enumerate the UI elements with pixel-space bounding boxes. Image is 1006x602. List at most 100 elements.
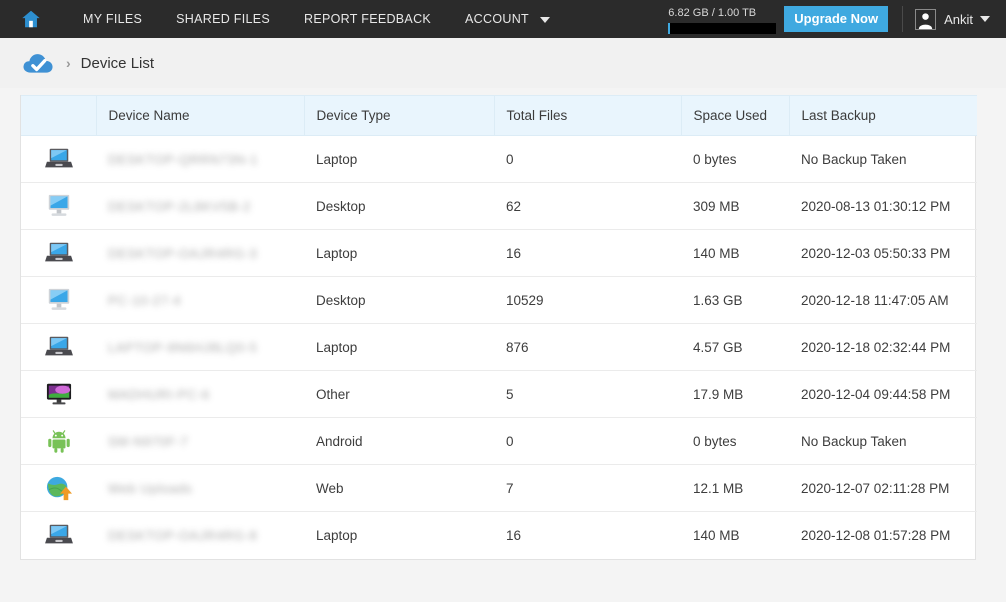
device-type-cell: Laptop [316,527,358,543]
space-used-cell: 0 bytes [681,135,789,183]
device-type-cell: Android [304,417,494,465]
last-backup-cell: No Backup Taken [789,417,977,465]
nav-link-shared-files[interactable]: SHARED FILES [159,0,287,38]
table-row[interactable]: LAPTOP-9N6HJ8LQ0-5 Laptop 876 4.57 GB 2020-1… [21,323,977,371]
last-backup-cell: 2020-12-04 09:44:58 PM [789,370,977,418]
last-backup-cell: 2020-12-18 02:32:44 PM [789,323,977,371]
account-menu[interactable]: Ankit [915,8,990,30]
total-files-cell: 16 [494,229,681,277]
table-row[interactable]: MADHURI-PC-6 Other 5 17.9 MB 2020-12-04 09:4… [21,370,977,418]
device-name-cell[interactable]: DESKTOP-2L8KV5B-2 [96,182,304,230]
other-monitor-icon [44,383,74,405]
device-name-value: DESKTOP-2L8KV5B-2 [108,198,251,214]
last-backup-cell: 2020-12-07 02:11:28 PM [789,464,977,512]
user-avatar-icon [915,8,937,30]
cloud-check-icon[interactable] [0,50,54,76]
device-name-cell[interactable]: DESKTOP-QRRN73N-1 [96,135,304,183]
space-used-cell: 140 MB [681,229,789,277]
storage-progress-fill [668,22,671,34]
device-icon-cell [21,229,96,277]
space-used-cell: 12.1 MB [681,464,789,512]
top-navigation-bar: MY FILES SHARED FILES REPORT FEEDBACK AC… [0,0,1006,38]
breadcrumb: › Device List [0,38,1006,88]
device-list-table-container: Device Name Device Type Total Files Spac… [20,95,977,560]
device-name-cell[interactable]: MADHURI-PC-6 [96,370,304,418]
device-type-cell: Desktop [304,276,494,324]
laptop-icon [44,242,74,262]
user-name-label: Ankit [944,11,973,27]
column-header-space-used[interactable]: Space Used [681,95,790,136]
nav-divider [902,6,904,32]
home-icon[interactable] [0,8,42,30]
device-icon-cell [21,417,96,465]
nav-link-my-files[interactable]: MY FILES [66,0,159,38]
device-icon-cell [21,135,96,183]
storage-usage-label: 6.82 GB / 1.00 TB [668,6,757,19]
last-backup-cell: 2020-12-03 05:50:33 PM [789,229,977,277]
device-icon-cell [21,464,96,512]
last-backup-cell: 2020-12-18 11:47:05 AM [789,276,977,324]
upgrade-now-button[interactable]: Upgrade Now [784,6,889,32]
device-name-value: LAPTOP-9N6HJ8LQ0-5 [108,339,258,355]
device-type-cell: Laptop [304,229,494,277]
device-icon-cell [21,323,96,371]
column-header-last-backup[interactable]: Last Backup [789,95,977,136]
laptop-icon [44,336,74,356]
space-used-cell: 309 MB [681,182,789,230]
device-type-cell: Laptop [304,135,494,183]
total-files-cell: 0 [494,135,681,183]
device-name-value: DESKTOP-OAJR4RG-3 [108,245,258,261]
device-name-value: MADHURI-PC-6 [108,386,210,402]
space-used-cell: 4.57 GB [681,323,789,371]
device-type-cell: Web [304,464,494,512]
table-row[interactable]: DESKTOP-OAJR4RG-3 Laptop 16 140 MB 2020-12-0… [21,229,977,277]
android-icon [44,430,74,453]
total-files-cell: 16 [506,527,522,543]
device-name-value: PC-10-27-4 [108,292,182,308]
device-name-cell[interactable]: SM-N970F-7 [96,417,304,465]
device-list-table: Device Name Device Type Total Files Spac… [21,95,977,559]
table-row[interactable]: DESKTOP-2L8KV5B-2 Desktop 62 309 MB 2020-08-… [21,182,977,230]
table-row[interactable]: SM-N970F-7 Android 0 0 bytes No Backup Taken [21,417,977,465]
total-files-cell: 0 [494,417,681,465]
table-row[interactable]: DESKTOP-OAJR4RG-8 Laptop 16 140 MB 2020-12-0… [21,512,977,559]
nav-link-account[interactable]: ACCOUNT [448,0,566,38]
device-name-cell[interactable]: DESKTOP-OAJR4RG-3 [96,229,304,277]
total-files-cell: 876 [494,323,681,371]
table-row[interactable]: PC-10-27-4 Desktop 10529 1.63 GB 2020-12-18 … [21,276,977,324]
table-header: Device Name Device Type Total Files Spac… [21,95,977,136]
device-name-cell[interactable]: LAPTOP-9N6HJ8LQ0-5 [96,323,304,371]
device-icon-cell [21,276,96,324]
column-header-icon [21,95,97,136]
device-name-cell[interactable]: DESKTOP-OAJR4RG-8 [96,512,304,559]
column-header-device-type[interactable]: Device Type [304,95,495,136]
last-backup-cell: 2020-08-13 01:30:12 PM [789,182,977,230]
space-used-cell: 0 bytes [681,417,789,465]
device-name-cell[interactable]: Web Uploads [96,464,304,512]
column-header-device-name[interactable]: Device Name [96,95,305,136]
total-files-cell: 5 [494,370,681,418]
nav-link-report-feedback[interactable]: REPORT FEEDBACK [287,0,448,38]
table-row[interactable]: DESKTOP-QRRN73N-1 Laptop 0 0 bytes No Backup… [21,135,977,183]
web-upload-icon [44,476,74,501]
nav-links: MY FILES SHARED FILES REPORT FEEDBACK AC… [66,0,567,38]
device-name-value: Web Uploads [108,480,193,496]
nav-right-section: 6.82 GB / 1.00 TB Upgrade Now Ankit [668,0,1006,38]
table-body: DESKTOP-QRRN73N-1 Laptop 0 0 bytes No Backup… [21,135,977,559]
device-name-value: DESKTOP-OAJR4RG-8 [108,527,258,543]
last-backup-cell: 2020-12-08 01:57:28 PM [801,527,951,543]
breadcrumb-device-list[interactable]: Device List [81,55,154,72]
breadcrumb-separator: › [66,55,71,71]
total-files-cell: 62 [494,182,681,230]
storage-meter: 6.82 GB / 1.00 TB [668,5,777,34]
total-files-cell: 7 [494,464,681,512]
device-icon-cell [21,512,96,559]
device-name-cell[interactable]: PC-10-27-4 [96,276,304,324]
laptop-icon [44,148,74,168]
table-row[interactable]: Web Uploads Web 7 12.1 MB 2020-12-07 02:11:2… [21,464,977,512]
chevron-down-icon [980,16,990,22]
device-type-cell: Desktop [304,182,494,230]
desktop-icon [44,288,74,310]
device-type-cell: Laptop [304,323,494,371]
column-header-total-files[interactable]: Total Files [494,95,682,136]
